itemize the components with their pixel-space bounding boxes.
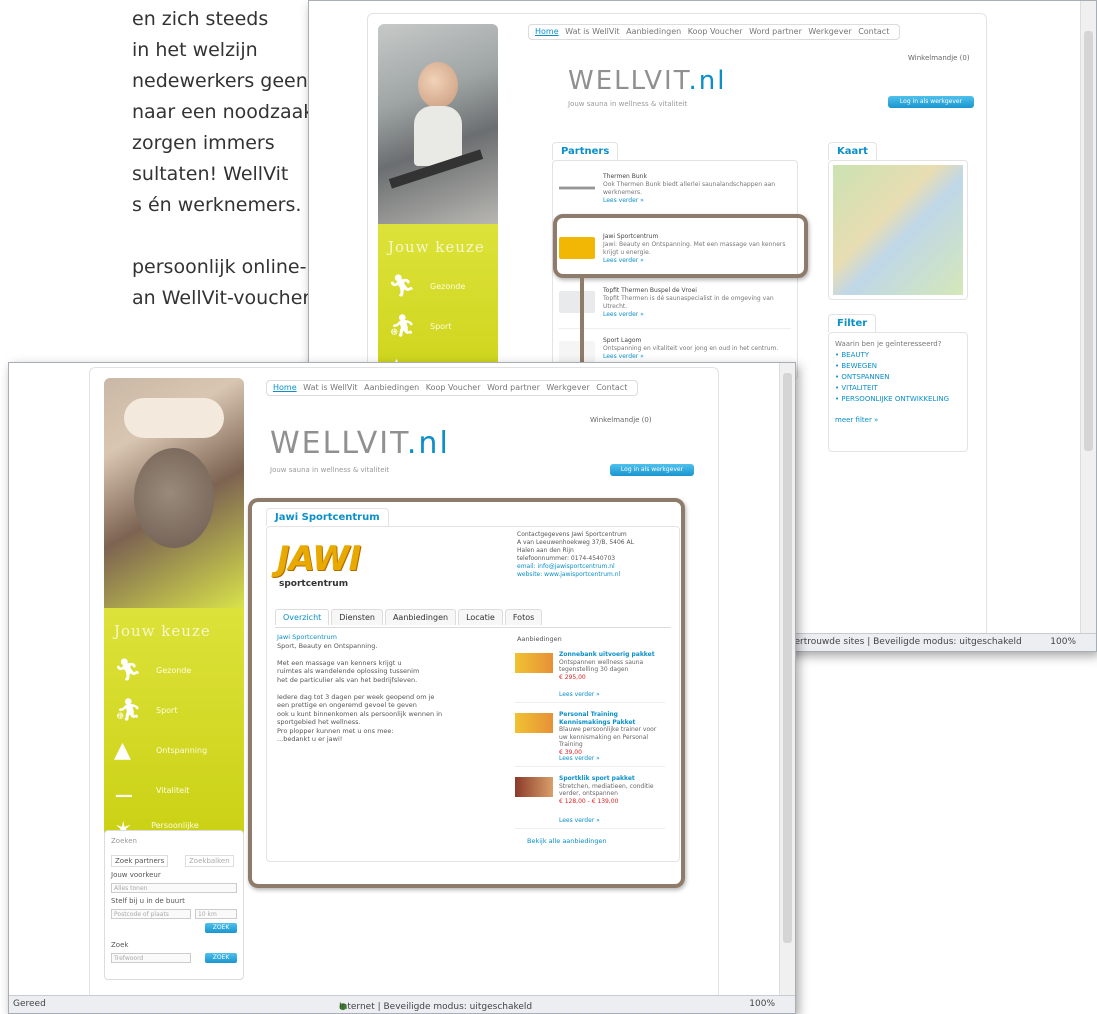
side-item-sport[interactable]: ⛹︎ Sport	[388, 306, 488, 346]
cart-link[interactable]: Winkelmandje (0)	[908, 54, 970, 62]
cart-link[interactable]: Winkelmandje (0)	[590, 416, 652, 424]
site-tagline: Jouw sauna in wellness & vitaliteit	[270, 466, 390, 474]
detail-highlight-frame	[248, 498, 685, 888]
tab-zoek-partners[interactable]: Zoek partners	[111, 855, 169, 867]
back-status-text: Vertrouwde sites | Beveiligde modus: uit…	[789, 637, 1022, 647]
site-logo[interactable]: WELLVIT.nl	[568, 66, 726, 96]
site-tagline: Jouw sauna in wellness & vitaliteit	[568, 100, 688, 108]
partners-tab: Partners	[552, 142, 619, 160]
nav-aanbiedingen[interactable]: Aanbiedingen	[626, 27, 681, 36]
filter-ontspannen[interactable]: • ONTSPANNEN	[835, 372, 949, 383]
stretch-figure-icon: ⛹︎	[114, 697, 142, 723]
filter-persoonlijke-ontwikkeling[interactable]: • PERSOONLIJKE ONTWIKKELING	[835, 394, 949, 405]
front-zoom-level[interactable]: 100%	[749, 999, 775, 1009]
netherlands-map[interactable]	[833, 165, 963, 295]
keyword-search-button[interactable]: ZOEK	[205, 953, 237, 963]
side-item-sport[interactable]: ⛹︎ Sport	[114, 690, 234, 730]
jawi-highlight-frame	[553, 214, 808, 278]
front-sidebar: Jouw keuze 🏃︎ Gezonde ⛹︎ Sport ▲ Ontspannin…	[104, 378, 244, 870]
filter-bewegen[interactable]: • BEWEGEN	[835, 361, 949, 372]
search-panel: Zoeken Zoek partners Zoekbalken Jouw voo…	[104, 830, 244, 980]
site-logo[interactable]: WELLVIT.nl	[270, 426, 450, 461]
meditation-figure-icon: ▲	[114, 737, 131, 763]
front-scrollbar[interactable]	[779, 363, 795, 995]
stretch-figure-icon: ⛹︎	[388, 313, 416, 339]
side-item-ontspanning[interactable]: ▲Ontspanning	[114, 730, 234, 770]
side-item-vitaliteit[interactable]: ⚊Vitaliteit	[114, 770, 234, 810]
nav-wat-is[interactable]: Wat is WellVit	[565, 27, 619, 36]
front-main-nav: Home Wat is WellVit Aanbiedingen Koop Vo…	[266, 380, 639, 396]
back-zoom-level[interactable]: 100%	[1050, 637, 1076, 647]
nav-aanbiedingen[interactable]: Aanbiedingen	[364, 383, 419, 392]
back-main-nav: Home Wat is WellVit Aanbiedingen Koop Vo…	[528, 24, 901, 40]
filter-vitaliteit[interactable]: • VITALITEIT	[835, 383, 949, 394]
running-figure-icon: 🏃︎	[114, 657, 142, 683]
more-filters-link[interactable]: meer filter »	[835, 415, 949, 426]
distance-select[interactable]: 10 km	[195, 909, 237, 919]
nav-contact[interactable]: Contact	[596, 383, 627, 392]
nav-home[interactable]: Home	[535, 27, 559, 36]
running-figure-icon: 🏃︎	[388, 273, 416, 299]
nav-wat-is[interactable]: Wat is WellVit	[303, 383, 357, 392]
partner-row[interactable]: Thermen Bunk Ook Thermen Bunk biedt aller…	[559, 167, 791, 215]
preference-select[interactable]: Alles tonen	[111, 883, 237, 893]
side-heading: Jouw keuze	[114, 622, 211, 640]
nav-werkgever[interactable]: Werkgever	[546, 383, 589, 392]
tab-zoekbalken[interactable]: Zoekbalken	[185, 855, 234, 867]
map-tab: Kaart	[828, 142, 877, 160]
keyword-input[interactable]: Trefwoord	[111, 953, 191, 963]
partner-logo	[559, 341, 595, 363]
nav-word-partner[interactable]: Word partner	[487, 383, 540, 392]
search-heading: Zoeken	[111, 837, 137, 845]
nav-koop-voucher[interactable]: Koop Voucher	[426, 383, 481, 392]
filter-box: Waarin ben je geïnteresseerd? • BEAUTY •…	[828, 332, 968, 452]
back-scrollbar[interactable]	[1080, 1, 1096, 633]
partner-logo	[559, 177, 595, 199]
side-heading: Jouw keuze	[388, 238, 485, 256]
nav-contact[interactable]: Contact	[858, 27, 889, 36]
filter-beauty[interactable]: • BEAUTY	[835, 350, 949, 361]
nav-word-partner[interactable]: Word partner	[749, 27, 802, 36]
nav-home[interactable]: Home	[273, 383, 297, 392]
postcode-input[interactable]: Postcode of plaats	[111, 909, 191, 919]
map-box	[828, 160, 968, 300]
side-item-gezonde[interactable]: 🏃︎ Gezonde	[388, 266, 488, 306]
nav-koop-voucher[interactable]: Koop Voucher	[688, 27, 743, 36]
side-item-gezonde[interactable]: 🏃︎ Gezonde	[114, 650, 234, 690]
nav-werkgever[interactable]: Werkgever	[808, 27, 851, 36]
front-status-bar: Gereed ● Internet | Beveiligde modus: ui…	[9, 995, 795, 1013]
employer-login-button[interactable]: Log in als werkgever	[888, 96, 974, 108]
employer-login-button[interactable]: Log in als werkgever	[610, 464, 694, 476]
lying-figure-icon: ⚊	[114, 777, 134, 803]
search-button[interactable]: ZOEK	[205, 923, 237, 933]
fitness-photo	[378, 24, 498, 224]
partner-row[interactable]: Topfit Thermen Buspel de Vroei Topfit The…	[559, 281, 791, 329]
front-status-left: Gereed	[13, 999, 46, 1009]
facial-mask-photo	[104, 378, 244, 608]
filter-tab: Filter	[828, 314, 877, 332]
partner-logo	[559, 291, 595, 313]
